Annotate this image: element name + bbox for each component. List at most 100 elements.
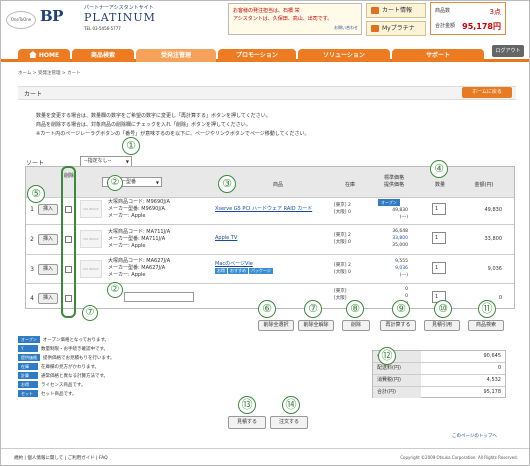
cart-info-button[interactable]: カート情報: [366, 3, 426, 18]
marker-2: ②: [107, 175, 123, 191]
home-icon: [28, 51, 37, 58]
col-stock: 在庫: [344, 182, 355, 188]
tab-promotion[interactable]: プロモーション: [218, 49, 296, 62]
platinum-logo: PLATINUM: [84, 11, 156, 24]
cart-count: 3点: [489, 8, 501, 16]
product-link[interactable]: Apple TV: [215, 235, 237, 241]
contact-link[interactable]: お問い合わせ: [334, 24, 358, 32]
legend-item: セット セット商品です。: [18, 390, 358, 399]
marker-3: ③: [218, 175, 236, 193]
tel-text: TEL 03-5456-5777: [84, 26, 121, 31]
product-info: 大塚商品コード: M9690J/A メーカー型番: M9690J/A メーカー: A…: [108, 199, 170, 219]
marker-10: ⑩: [434, 300, 452, 318]
marker-11: ⑪: [478, 300, 496, 318]
quantity-input[interactable]: 1: [432, 203, 446, 215]
tab-order-management[interactable]: 受発注管理: [136, 49, 216, 62]
shipping-row: 配送料(円) 0: [373, 363, 505, 375]
instruction-line: 商品を削除する場合は、対象商品の削除欄にチェックを入れ「削除」ボタンを押してくだ…: [36, 122, 251, 128]
legend-item: 在庫 在庫欄の見方がかわります。: [18, 363, 358, 372]
marker-1: ①: [122, 137, 140, 155]
insert-button[interactable]: 挿入: [38, 234, 58, 245]
quantity-input[interactable]: 1: [432, 262, 446, 274]
product-link[interactable]: MacのページVie: [215, 260, 253, 267]
notice-box: お客様の発注担当は、石橋 栄 アシスタントは、久保田、高山、出司です。 お問い合…: [228, 3, 362, 35]
logout-button[interactable]: ログアウト: [492, 45, 524, 57]
onetoone-logo: OneToOne: [6, 11, 36, 29]
marker-8: ⑧: [346, 300, 364, 318]
order-button[interactable]: 注文する: [270, 416, 308, 429]
delete-button[interactable]: 削除: [342, 320, 370, 331]
cart-total: 95,178円: [462, 22, 501, 31]
clear-all-delete-button[interactable]: 削除全解除: [298, 320, 334, 331]
quantity-input[interactable]: 1: [432, 232, 446, 244]
stock-info: [東京] 2 [大阪] 0: [334, 203, 351, 215]
notice-line: アシスタントは、久保田、高山、出司です。: [233, 16, 333, 22]
row-divider: [26, 224, 514, 225]
tag-badge: パッケージ: [249, 268, 273, 274]
stock-info: [東京] [大阪]: [334, 289, 347, 301]
my-platinum-button[interactable]: Myプラチナ: [366, 21, 426, 36]
tag-badge: おすすめ: [228, 268, 248, 274]
product-tags: お得 おすすめ パッケージ: [215, 268, 274, 274]
copyright: Copyright ©2009 Otsuka Corporation. All …: [400, 455, 518, 460]
product-info: 大塚商品コード: MA711J/A メーカー型番: MA711J/A メーカー: A…: [108, 229, 171, 249]
row-divider: [26, 283, 514, 284]
tab-product-search[interactable]: 商品検索: [72, 49, 134, 62]
legend-item: お得 ライセンス商品です。: [18, 381, 358, 390]
marker-9: ⑨: [392, 300, 410, 318]
marker-4: ④: [430, 160, 448, 178]
product-link[interactable]: Xserve G5 PCI ハードウェア RAID カード: [215, 205, 312, 212]
marker-7: ⑦: [304, 300, 322, 318]
insert-button[interactable]: 挿入: [38, 204, 58, 215]
recalculate-button[interactable]: 再計算する: [380, 320, 416, 331]
delete-column-highlight: [61, 166, 76, 318]
estimate-button[interactable]: 見積する: [228, 416, 266, 429]
page-title-bar: [18, 86, 516, 100]
marker-13: ⑬: [238, 396, 256, 414]
tab-solution[interactable]: ソリューション: [298, 49, 390, 62]
row-amount: 0: [498, 295, 502, 301]
tab-home[interactable]: HOME: [18, 49, 70, 62]
tab-support[interactable]: サポート: [392, 49, 484, 62]
col-product: 商品: [272, 182, 283, 188]
legend-item: 計算 通常価格と異なる計算方法です。: [18, 372, 358, 381]
bp-logo: BP: [40, 7, 63, 25]
row-amount: 33,800: [484, 236, 503, 242]
row-number: 3: [30, 266, 34, 273]
marker-14: ⑭: [282, 396, 300, 414]
instructions: 数量を変更する場合は、数量欄の数字をご希望の数字に変更し「再計算する」ボタンを押…: [36, 112, 309, 139]
col-amount: 金額(円): [474, 182, 494, 188]
select-all-delete-button[interactable]: 削除全選択: [258, 320, 294, 331]
footer: 規約 | 個人情報に関して | ご利用ガイド | FAQ Copyright ©…: [0, 448, 530, 466]
marker-5: ⑤: [27, 185, 45, 203]
marker-7b: ⑦: [82, 305, 98, 321]
row-number: 4: [30, 295, 34, 302]
price-info: 49,830 (---): [392, 208, 408, 220]
row-divider: [26, 197, 514, 198]
legend: オープン オープン価格となっております。 Y 数量制限・お手続き確認中です。 提供価…: [18, 336, 358, 399]
row-number: 2: [30, 236, 34, 243]
col-qty: 数量: [434, 182, 445, 188]
product-code-input[interactable]: [124, 292, 194, 302]
page-top-link[interactable]: このページのトップへ: [452, 433, 497, 439]
quote-button[interactable]: 見積引用: [424, 320, 460, 331]
footer-links[interactable]: 規約 | 個人情報に関して | ご利用ガイド | FAQ: [14, 455, 108, 461]
instruction-line: ※カート内のページレーラグボタンの「番号」が意味するのを以下に、ページやリンクボ…: [36, 131, 310, 137]
legend-item: 提供価格 提供価格でお見積もりを行います。: [18, 354, 358, 363]
col-price: 標準価格 提供価格: [383, 175, 404, 188]
breadcrumb: ホーム > 受発注管理 > カート: [18, 71, 81, 76]
logo-subtitle: パートナーアシスタントサイト: [84, 5, 154, 11]
open-price-badge: オープン: [378, 199, 400, 206]
row-number: 1: [30, 206, 34, 213]
insert-button[interactable]: 挿入: [38, 293, 58, 304]
product-thumbnail: NO IMAGE: [80, 200, 102, 218]
cart-count-label: 商品数: [435, 8, 451, 14]
product-search-button[interactable]: 商品検索: [468, 320, 504, 331]
tax-row: 消費税(円) 4,532: [373, 375, 505, 387]
stock-info: [東京] 2 [大阪] 0: [334, 233, 351, 245]
price-info: 9,555 9,036 (---): [395, 259, 408, 278]
price-info: 36,648 33,800 35,000: [392, 229, 408, 248]
insert-button[interactable]: 挿入: [38, 264, 58, 275]
legend-item: オープン オープン価格となっております。: [18, 336, 358, 345]
back-home-button[interactable]: ホームに戻る: [462, 87, 512, 98]
